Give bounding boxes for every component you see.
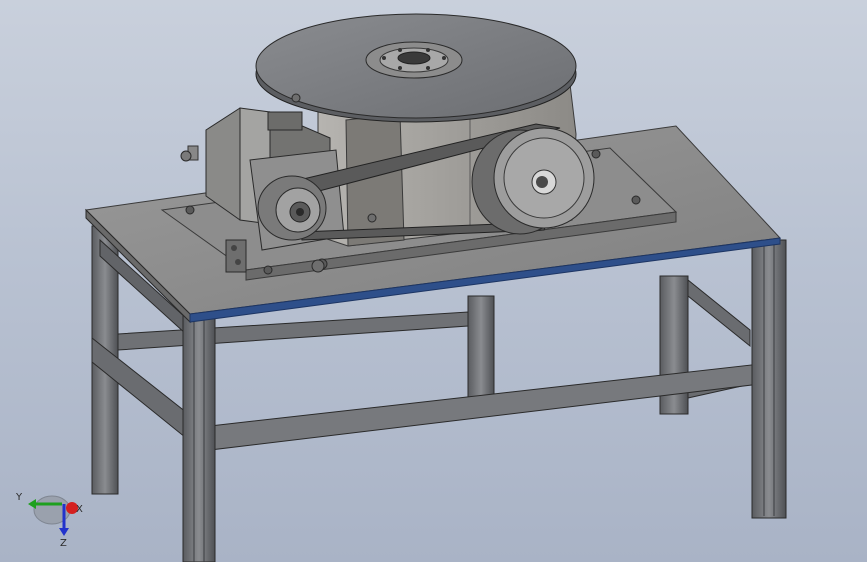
triad-x-label: X — [76, 504, 83, 515]
model-view[interactable] — [0, 0, 867, 562]
turntable-disc — [255, 13, 577, 123]
graphics-viewport[interactable]: Y X Z — [0, 0, 867, 562]
triad-z-label: Z — [60, 538, 67, 548]
drive-pulley — [257, 175, 327, 241]
triad-y-label: Y — [15, 492, 23, 503]
view-orientation-triad[interactable]: Y X Z — [10, 486, 86, 548]
frame-rail-right-upper — [687, 278, 751, 348]
frame-leg-front-right — [751, 239, 787, 519]
frame-leg-front-left — [182, 311, 216, 562]
frame-leg-back-mid — [467, 295, 495, 401]
